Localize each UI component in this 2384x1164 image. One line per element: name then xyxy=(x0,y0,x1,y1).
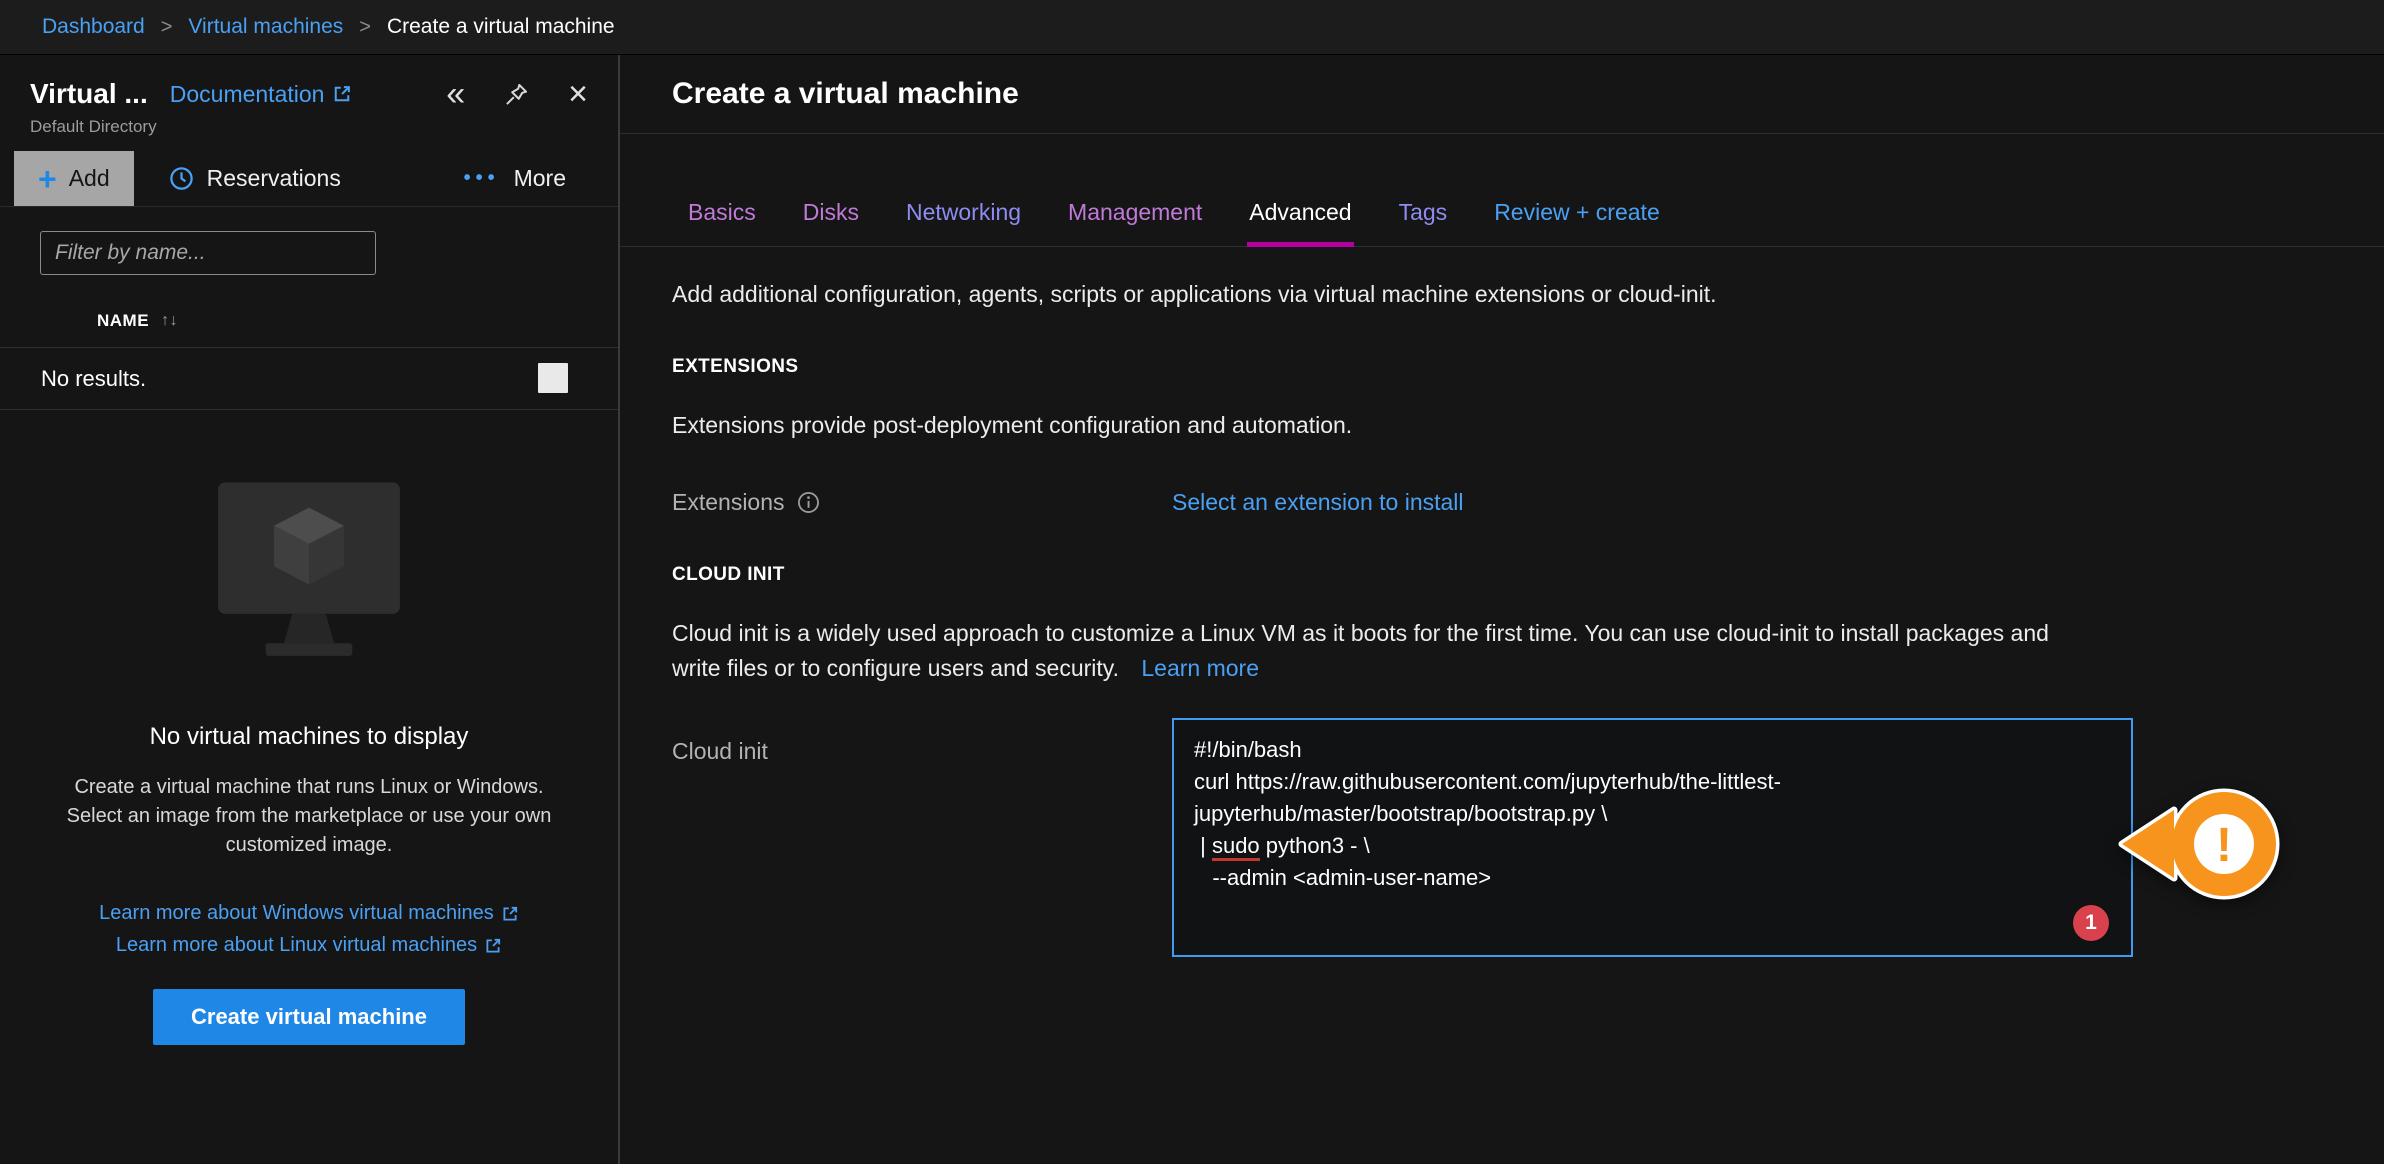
add-button-label: Add xyxy=(69,165,110,192)
code-line: #!/bin/bash xyxy=(1194,734,2111,766)
more-button[interactable]: ••• More xyxy=(458,151,572,206)
cloud-init-field-row: Cloud init #!/bin/bashcurl https://raw.g… xyxy=(672,718,2384,957)
code-line: --admin <admin-user-name> xyxy=(1194,862,2111,894)
vm-monitor-illustration xyxy=(204,474,414,674)
collapse-blade-icon[interactable]: « xyxy=(446,77,465,111)
tab-basics[interactable]: Basics xyxy=(686,199,758,247)
extensions-field-label: Extensions xyxy=(672,489,1172,516)
intro-text: Add additional configuration, agents, sc… xyxy=(672,281,2384,308)
pin-icon[interactable] xyxy=(503,81,530,108)
external-link-icon xyxy=(332,84,352,104)
sort-icon: ↑↓ xyxy=(161,312,178,330)
tab-advanced[interactable]: Advanced xyxy=(1247,199,1353,247)
cloud-init-textarea[interactable]: #!/bin/bashcurl https://raw.githubuserco… xyxy=(1172,718,2133,957)
clock-icon xyxy=(168,165,195,192)
misspelled-word: sudo xyxy=(1212,833,1260,861)
learn-more-link[interactable]: Learn more about Linux virtual machines xyxy=(116,934,502,957)
tab-tags[interactable]: Tags xyxy=(1397,199,1450,247)
create-virtual-machine-button[interactable]: Create virtual machine xyxy=(153,989,465,1045)
tab-networking[interactable]: Networking xyxy=(904,199,1023,247)
directory-label: Default Directory xyxy=(30,117,588,137)
cloud-init-field-label: Cloud init xyxy=(672,718,1172,765)
advanced-tab-panel: Add additional configuration, agents, sc… xyxy=(620,247,2384,957)
empty-state-description: Create a virtual machine that runs Linux… xyxy=(44,773,574,860)
info-icon[interactable] xyxy=(797,491,820,514)
filter-container xyxy=(40,231,618,275)
cloud-init-section-header: CLOUD INIT xyxy=(672,564,2384,586)
page-header: Create a virtual machine xyxy=(620,55,2384,134)
external-link-icon xyxy=(501,905,519,923)
code-line: | sudo python3 - \ xyxy=(1194,830,2111,862)
add-button[interactable]: + Add xyxy=(14,151,134,206)
breadcrumb-trail: Dashboard > Virtual machines > Create a virt… xyxy=(42,15,615,39)
svg-text:!: ! xyxy=(2216,819,2232,872)
blade-toolbar: + Add Reservations ••• More xyxy=(0,151,618,207)
breadcrumb-separator-icon: > xyxy=(359,16,371,39)
virtual-machines-blade: Virtual ... Documentation « xyxy=(0,55,620,1164)
code-line: curl https://raw.githubusercontent.com/j… xyxy=(1194,766,2111,798)
plus-icon: + xyxy=(38,163,57,195)
no-results-row: No results. xyxy=(0,348,618,410)
extensions-section-header: EXTENSIONS xyxy=(672,356,2384,378)
learn-more-link[interactable]: Learn more xyxy=(1141,655,1259,681)
reservations-button[interactable]: Reservations xyxy=(162,151,347,206)
tab-disks[interactable]: Disks xyxy=(801,199,861,247)
empty-state-title: No virtual machines to display xyxy=(0,723,618,751)
page-title: Create a virtual machine xyxy=(672,77,1019,111)
annotation-pointer-icon: ! xyxy=(2116,782,2286,906)
documentation-link[interactable]: Documentation xyxy=(170,81,353,108)
breadcrumb-separator-icon: > xyxy=(161,16,173,39)
close-icon[interactable]: × xyxy=(568,77,588,111)
documentation-label: Documentation xyxy=(170,81,325,108)
blade-header: Virtual ... Documentation « xyxy=(0,55,618,151)
breadcrumb-item: Create a virtual machine xyxy=(387,15,615,39)
create-vm-content: Create a virtual machine Basics Disks Netw… xyxy=(620,55,2384,1164)
extensions-description: Extensions provide post-deployment confi… xyxy=(672,408,2072,443)
empty-state: No virtual machines to display Create a … xyxy=(0,410,618,1045)
cloud-init-description: Cloud init is a widely used approach to … xyxy=(672,616,2072,686)
select-extension-link[interactable]: Select an extension to install xyxy=(1172,489,1464,516)
tab-strip: Basics Disks Networking Management Advanced T… xyxy=(620,134,2384,247)
select-checkbox[interactable] xyxy=(538,363,568,393)
breadcrumb-item[interactable]: Virtual machines xyxy=(188,15,343,39)
breadcrumb: Dashboard > Virtual machines > Create a virt… xyxy=(0,0,2384,55)
extensions-field-row: Extensions Select an extension to instal… xyxy=(672,489,2384,516)
cloud-init-field: #!/bin/bashcurl https://raw.githubuserco… xyxy=(1172,718,2133,957)
name-column-header[interactable]: NAME ↑↓ xyxy=(0,275,618,348)
learn-more-links: Learn more about Windows virtual machine… xyxy=(0,902,618,957)
external-link-icon xyxy=(484,937,502,955)
filter-input[interactable] xyxy=(40,231,376,275)
no-results-label: No results. xyxy=(41,366,146,392)
ellipsis-icon: ••• xyxy=(464,167,500,190)
reservations-label: Reservations xyxy=(207,165,341,192)
name-header-label: NAME xyxy=(97,311,149,331)
more-label: More xyxy=(514,165,566,192)
blade-title: Virtual ... xyxy=(30,78,148,110)
tab-management[interactable]: Management xyxy=(1066,199,1204,247)
learn-more-link[interactable]: Learn more about Windows virtual machine… xyxy=(99,902,519,925)
annotation-step-badge: 1 xyxy=(2073,905,2109,941)
tab-review-create[interactable]: Review + create xyxy=(1492,199,1662,247)
breadcrumb-item[interactable]: Dashboard xyxy=(42,15,145,39)
code-line: jupyterhub/master/bootstrap/bootstrap.py… xyxy=(1194,798,2111,830)
